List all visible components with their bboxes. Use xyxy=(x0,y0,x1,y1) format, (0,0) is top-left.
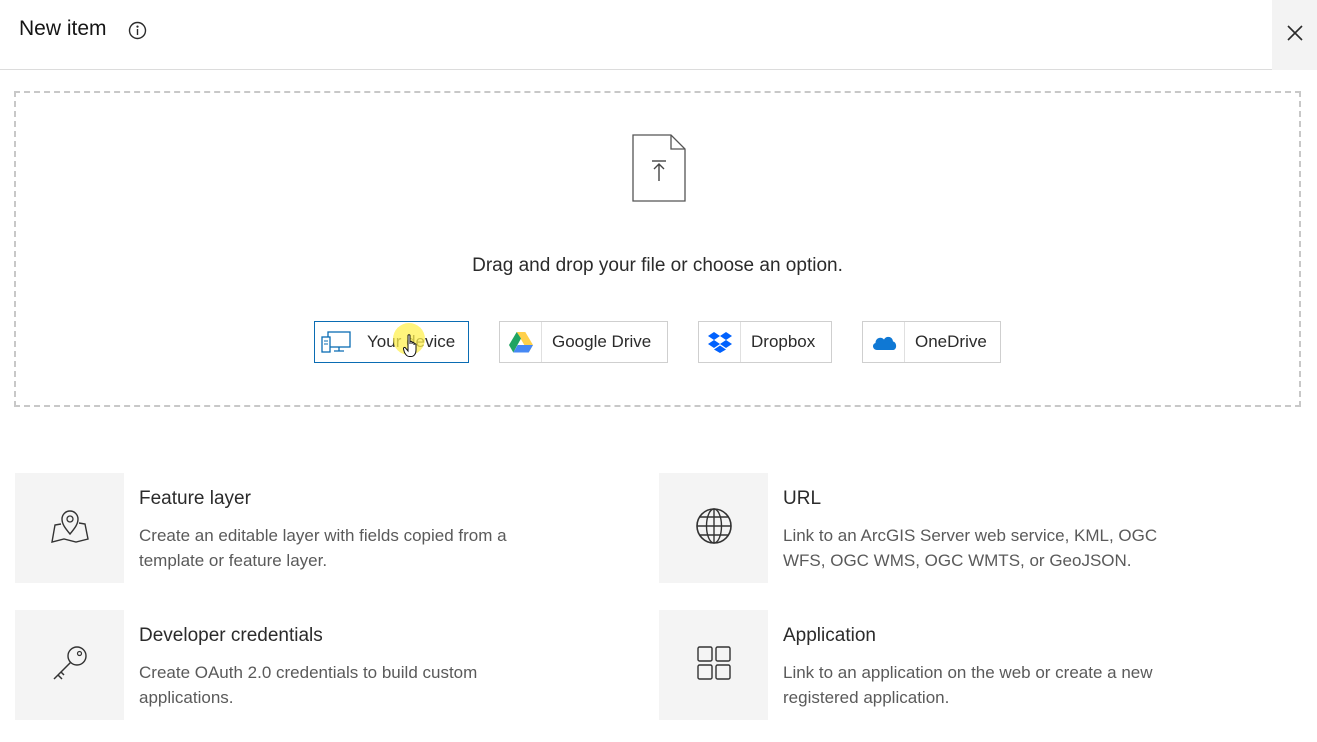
desktop-device-icon xyxy=(315,322,357,362)
feature-layer-description: Create an editable layer with fields cop… xyxy=(139,526,507,570)
feature-layer-card[interactable]: Feature layer Create an editable layer w… xyxy=(15,473,635,583)
dialog-header: New item xyxy=(0,0,1317,70)
onedrive-label: OneDrive xyxy=(915,332,987,351)
developer-credentials-description: Create OAuth 2.0 credentials to build cu… xyxy=(139,663,478,707)
globe-icon xyxy=(695,507,733,550)
info-circle-icon[interactable] xyxy=(128,21,147,40)
developer-credentials-card[interactable]: Developer credentials Create OAuth 2.0 c… xyxy=(15,610,635,720)
onedrive-icon xyxy=(863,322,905,362)
feature-layer-icon-box xyxy=(15,473,124,583)
developer-credentials-icon-box xyxy=(15,610,124,720)
drop-prompt: Drag and drop your file or choose an opt… xyxy=(472,255,843,276)
dropbox-button[interactable]: Dropbox xyxy=(698,321,832,363)
map-pin-icon xyxy=(50,506,90,551)
url-card[interactable]: URL Link to an ArcGIS Server web service… xyxy=(659,473,1279,583)
close-button[interactable] xyxy=(1272,0,1317,70)
onedrive-button[interactable]: OneDrive xyxy=(862,321,1001,363)
key-icon xyxy=(50,643,90,688)
url-description: Link to an ArcGIS Server web service, KM… xyxy=(783,526,1158,570)
url-title: URL xyxy=(783,488,822,509)
google-drive-button[interactable]: Google Drive xyxy=(499,321,668,363)
your-device-button[interactable]: Your device xyxy=(314,321,469,363)
dialog-title: New item xyxy=(19,17,107,40)
grid-apps-icon xyxy=(696,645,732,686)
dropbox-label: Dropbox xyxy=(751,332,816,351)
close-icon xyxy=(1286,24,1304,47)
application-card[interactable]: Application Link to an application on th… xyxy=(659,610,1279,720)
feature-layer-title: Feature layer xyxy=(139,488,251,509)
file-dropzone[interactable]: Drag and drop your file or choose an opt… xyxy=(14,91,1301,407)
url-icon-box xyxy=(659,473,768,583)
application-icon-box xyxy=(659,610,768,720)
application-title: Application xyxy=(783,625,876,646)
google-drive-label: Google Drive xyxy=(552,332,652,351)
developer-credentials-title: Developer credentials xyxy=(139,625,323,646)
application-description: Link to an application on the web or cre… xyxy=(783,663,1153,707)
your-device-label: Your device xyxy=(367,332,456,351)
file-upload-icon xyxy=(631,133,687,203)
google-drive-icon xyxy=(500,322,542,362)
dropbox-icon xyxy=(699,322,741,362)
